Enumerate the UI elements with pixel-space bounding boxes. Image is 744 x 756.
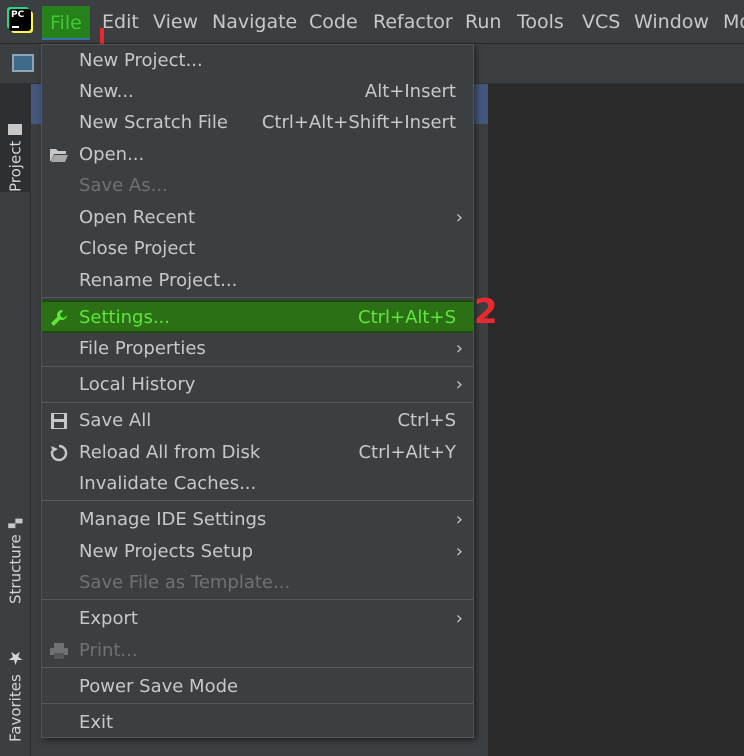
menu-item-settings[interactable]: Settings... Ctrl+Alt+S	[42, 300, 473, 333]
menu-item-reload-all[interactable]: Reload All from Disk Ctrl+Alt+Y	[42, 437, 473, 468]
menu-view[interactable]: View	[153, 0, 198, 44]
menu-item-local-history[interactable]: Local History ›	[42, 369, 473, 400]
file-menu-dropdown: New Project... New... Alt+Insert New Scr…	[41, 44, 474, 738]
menu-separator	[42, 703, 473, 704]
structure-icon: ▚	[8, 518, 23, 529]
tab-project[interactable]: Project	[0, 84, 31, 192]
tab-project-label: Project	[6, 140, 25, 192]
left-tool-strip: Project Structure ▚ Favorites ★	[0, 84, 31, 756]
tab-structure[interactable]: Structure ▚	[0, 504, 31, 604]
menu-item-file-properties[interactable]: File Properties ›	[42, 333, 473, 364]
chevron-right-icon: ›	[455, 608, 463, 629]
menu-file[interactable]: File	[42, 6, 90, 40]
chevron-right-icon: ›	[455, 338, 463, 359]
menu-window[interactable]: Window	[634, 0, 709, 44]
menu-code[interactable]: Code	[309, 0, 358, 44]
menu-item-new[interactable]: New... Alt+Insert	[42, 76, 473, 107]
printer-icon	[49, 641, 69, 661]
menu-separator	[42, 667, 473, 668]
menu-item-rename-project[interactable]: Rename Project...	[42, 265, 473, 296]
pycharm-logo-icon: PC	[9, 9, 31, 31]
tab-favorites-label: Favorites	[6, 674, 25, 742]
menu-item-save-file-as-template: Save File as Template...	[79, 572, 291, 593]
menu-tools[interactable]: Tools	[517, 0, 564, 44]
editor-area[interactable]	[488, 84, 744, 756]
menu-item-new-projects-setup[interactable]: New Projects Setup ›	[42, 536, 473, 567]
save-disk-icon	[49, 411, 69, 431]
menu-item-power-save-mode[interactable]: Power Save Mode	[42, 671, 473, 702]
reload-icon	[49, 443, 69, 463]
menu-refactor[interactable]: Refactor	[373, 0, 453, 44]
chevron-right-icon: ›	[455, 207, 463, 228]
menu-item-open[interactable]: Open...	[42, 139, 473, 170]
menu-item-close-project[interactable]: Close Project	[42, 233, 473, 264]
menu-item-new-project[interactable]: New Project...	[42, 45, 473, 76]
project-view-icon[interactable]	[12, 54, 34, 72]
menu-separator	[42, 366, 473, 367]
menu-item-save-all[interactable]: Save All Ctrl+S	[42, 405, 473, 436]
menu-item-open-recent[interactable]: Open Recent ›	[42, 202, 473, 233]
chevron-right-icon: ›	[455, 374, 463, 395]
menu-run[interactable]: Run	[465, 0, 501, 44]
open-folder-icon	[49, 145, 69, 165]
menu-separator	[42, 297, 473, 298]
menu-navigate[interactable]: Navigate	[212, 0, 297, 44]
tab-favorites[interactable]: Favorites ★	[0, 632, 31, 742]
annotation-mark-2: 2	[474, 292, 498, 332]
menu-edit[interactable]: Edit	[102, 0, 139, 44]
menu-separator	[42, 402, 473, 403]
menu-item-print: Print...	[42, 635, 473, 666]
star-icon: ★	[5, 647, 26, 669]
menu-item-manage-ide-settings[interactable]: Manage IDE Settings ›	[42, 504, 473, 535]
tab-structure-label: Structure	[6, 534, 25, 604]
menu-separator	[42, 500, 473, 501]
wrench-icon	[49, 308, 69, 328]
chevron-right-icon: ›	[455, 541, 463, 562]
menu-more[interactable]: Mo	[723, 0, 744, 44]
menu-item-invalidate-caches[interactable]: Invalidate Caches...	[42, 468, 473, 499]
folder-icon	[7, 123, 25, 135]
menu-vcs[interactable]: VCS	[582, 0, 620, 44]
menu-item-export[interactable]: Export ›	[42, 603, 473, 634]
menu-item-exit[interactable]: Exit	[42, 707, 473, 738]
chevron-right-icon: ›	[455, 509, 463, 530]
menu-bar: PC File Edit View Navigate Code Refactor…	[0, 0, 744, 44]
menu-item-save-as: Save As...	[79, 175, 168, 196]
menu-separator	[42, 599, 473, 600]
menu-item-new-scratch-file[interactable]: New Scratch File Ctrl+Alt+Shift+Insert	[42, 107, 473, 138]
